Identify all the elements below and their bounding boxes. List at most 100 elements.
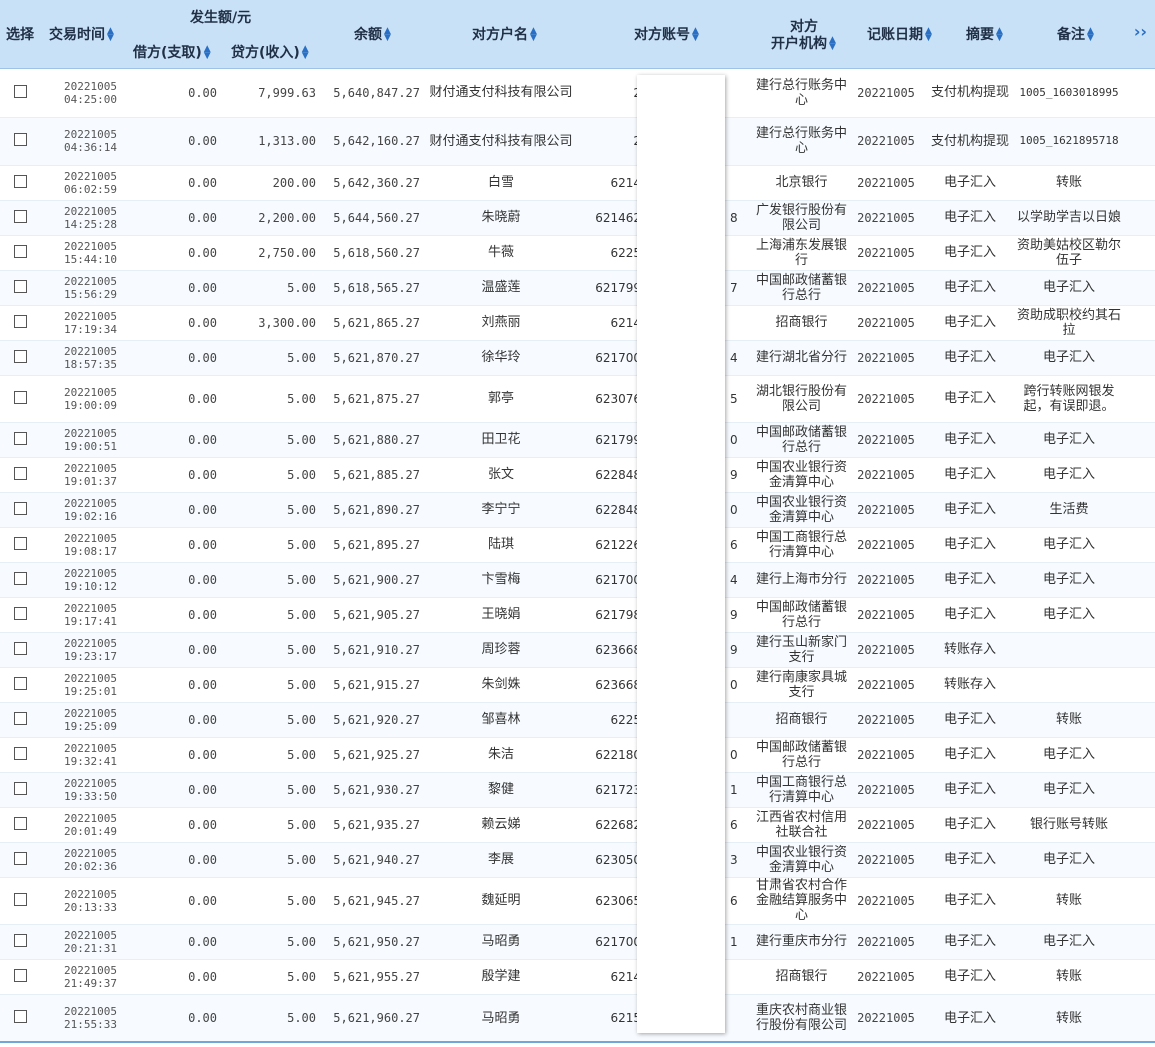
table-row[interactable]: 20221005 19:08:17 0.00 5.00 5,621,895.27 陆琪 62… [0, 527, 1155, 562]
row-checkbox[interactable] [13, 968, 27, 982]
balance-amount: 5,621,865.27 [333, 315, 420, 330]
table-row[interactable]: 20221005 19:00:09 0.00 5.00 5,621,875.27 郭亭 62… [0, 375, 1155, 422]
transaction-time: 20221005 19:33:50 [64, 776, 117, 803]
table-row[interactable]: 20221005 19:10:12 0.00 5.00 5,621,900.27 卞雪梅 6… [0, 562, 1155, 597]
summary: 电子汇入 [943, 934, 996, 949]
row-checkbox[interactable] [13, 501, 27, 515]
row-checkbox[interactable] [13, 933, 27, 947]
row-checkbox[interactable] [13, 84, 27, 98]
table-row[interactable]: 20221005 19:32:41 0.00 5.00 5,621,925.27 朱洁 62… [0, 737, 1155, 772]
party-bank-column-header[interactable]: 开户机构 ▲ ▼ [771, 33, 837, 53]
row-select-cell [0, 117, 40, 165]
table-row[interactable]: 20221005 19:01:37 0.00 5.00 5,621,885.27 张文 62… [0, 457, 1155, 492]
row-checkbox[interactable] [13, 314, 27, 328]
sort-icon[interactable]: ▲ ▼ [829, 36, 837, 52]
balance-amount: 5,621,935.27 [333, 817, 420, 832]
table-row[interactable]: 20221005 15:56:29 0.00 5.00 5,618,565.27 温盛莲 6… [0, 270, 1155, 305]
table-row[interactable]: 20221005 19:25:01 0.00 5.00 5,621,915.27 朱剑姝 6… [0, 667, 1155, 702]
party-bank: 中国邮政储蓄银行总行 [755, 272, 847, 303]
row-checkbox[interactable] [13, 349, 27, 363]
table-row[interactable]: 20221005 21:55:33 0.00 5.00 5,621,960.27 马昭勇 6… [0, 994, 1155, 1042]
sort-icon[interactable]: ▲ ▼ [692, 27, 700, 43]
sort-icon[interactable]: ▲ ▼ [302, 45, 310, 61]
table-row[interactable]: 20221005 15:44:10 0.00 2,750.00 5,618,560.27… [0, 235, 1155, 270]
party-name: 李宁宁 [481, 502, 521, 517]
sort-icon[interactable]: ▲ ▼ [204, 45, 212, 61]
row-checkbox[interactable] [13, 816, 27, 830]
credit-column-header[interactable]: 贷方(收入) ▲ ▼ [231, 42, 310, 62]
sort-icon[interactable]: ▲ ▼ [384, 27, 392, 43]
row-checkbox[interactable] [13, 892, 27, 906]
row-checkbox[interactable] [13, 174, 27, 188]
sort-icon[interactable]: ▲ ▼ [925, 27, 933, 43]
row-checkbox[interactable] [13, 571, 27, 585]
row-checkbox[interactable] [13, 244, 27, 258]
transaction-time: 20221005 19:01:37 [64, 461, 117, 488]
row-checkbox[interactable] [13, 746, 27, 760]
book-date-column-header[interactable]: 记账日期 ▲ ▼ [867, 24, 933, 44]
row-checkbox[interactable] [13, 641, 27, 655]
table-row[interactable]: 20221005 06:02:59 0.00 200.00 5,642,360.27 白雪… [0, 165, 1155, 200]
sort-icon[interactable]: ▲ ▼ [107, 27, 115, 43]
table-row[interactable]: 20221005 20:01:49 0.00 5.00 5,621,935.27 赖云娣 6… [0, 807, 1155, 842]
party-bank: 中国农业银行资金清算中心 [755, 844, 847, 875]
row-checkbox[interactable] [13, 781, 27, 795]
table-row[interactable]: 20221005 20:02:36 0.00 5.00 5,621,940.27 李展 62… [0, 842, 1155, 877]
party-bank: 中国邮政储蓄银行总行 [755, 424, 847, 455]
row-checkbox[interactable] [13, 606, 27, 620]
table-row[interactable]: 20221005 19:02:16 0.00 5.00 5,621,890.27 李宁宁 6… [0, 492, 1155, 527]
row-checkbox[interactable] [13, 466, 27, 480]
row-checkbox[interactable] [13, 390, 27, 404]
debit-amount: 0.00 [188, 134, 217, 148]
table-row[interactable]: 20221005 19:33:50 0.00 5.00 5,621,930.27 黎健 62… [0, 772, 1155, 807]
row-checkbox[interactable] [13, 851, 27, 865]
sort-icon[interactable]: ▲ ▼ [530, 27, 538, 43]
table-row[interactable]: 20221005 04:36:14 0.00 1,313.00 5,642,160.27… [0, 117, 1155, 165]
row-checkbox[interactable] [13, 711, 27, 725]
row-checkbox[interactable] [13, 676, 27, 690]
row-checkbox[interactable] [13, 1010, 27, 1023]
table-row[interactable]: 20221005 21:49:37 0.00 5.00 5,621,955.27 殷学建 6… [0, 959, 1155, 994]
balance-column-header[interactable]: 余额 ▲ ▼ [354, 24, 392, 44]
party-bank: 广发银行股份有限公司 [755, 202, 847, 233]
remark-column-header[interactable]: 备注 ▲ ▼ [1057, 24, 1095, 44]
table-row[interactable]: 20221005 20:21:31 0.00 5.00 5,621,950.27 马昭勇 6… [0, 924, 1155, 959]
table-row[interactable]: 20221005 18:57:35 0.00 5.00 5,621,870.27 徐华玲 6… [0, 340, 1155, 375]
table-row[interactable]: 20221005 19:00:51 0.00 5.00 5,621,880.27 田卫花 6… [0, 422, 1155, 457]
time-column-header[interactable]: 交易时间 ▲ ▼ [49, 24, 115, 44]
table-row[interactable]: 20221005 14:25:28 0.00 2,200.00 5,644,560.27… [0, 200, 1155, 235]
table-row[interactable]: 20221005 19:23:17 0.00 5.00 5,621,910.27 周珍蓉 6… [0, 632, 1155, 667]
table-row[interactable]: 20221005 20:13:33 0.00 5.00 5,621,945.27 魏延明 6… [0, 877, 1155, 924]
debit-amount: 0.00 [188, 245, 217, 260]
debit-amount: 0.00 [188, 85, 217, 100]
row-checkbox[interactable] [13, 279, 27, 293]
row-checkbox[interactable] [13, 133, 27, 146]
book-date: 20221005 [857, 502, 915, 517]
party-account-column-header[interactable]: 对方账号 ▲ ▼ [634, 24, 700, 44]
party-name-column-header[interactable]: 对方户名 ▲ ▼ [472, 24, 538, 44]
table-row[interactable]: 20221005 19:17:41 0.00 5.00 5,621,905.27 王晓娟 6… [0, 597, 1155, 632]
row-checkbox[interactable] [13, 536, 27, 550]
summary-column-header[interactable]: 摘要 ▲ ▼ [966, 24, 1004, 44]
more-columns-icon[interactable]: ›› [1134, 22, 1147, 41]
remark: 转账 [1055, 893, 1082, 908]
party-bank: 招商银行 [775, 712, 828, 727]
transaction-time: 20221005 15:44:10 [64, 239, 117, 266]
table-row[interactable]: 20221005 19:25:09 0.00 5.00 5,621,920.27 邹喜林 6… [0, 702, 1155, 737]
party-bank: 招商银行 [775, 315, 828, 330]
balance-amount: 5,621,940.27 [333, 852, 420, 867]
debit-column-header[interactable]: 借方(支取) ▲ ▼ [133, 42, 212, 62]
sort-icon[interactable]: ▲ ▼ [1087, 27, 1095, 43]
sort-icon[interactable]: ▲ ▼ [996, 27, 1004, 43]
redaction-overlay [637, 75, 725, 1033]
table-row[interactable]: 20221005 04:25:00 0.00 7,999.63 5,640,847.27… [0, 69, 1155, 117]
party-name: 王晓娟 [481, 607, 521, 622]
row-checkbox[interactable] [13, 209, 27, 223]
row-checkbox[interactable] [13, 431, 27, 445]
row-select-cell [0, 959, 40, 994]
table-row[interactable]: 20221005 17:19:34 0.00 3,300.00 5,621,865.27… [0, 305, 1155, 340]
credit-amount: 5.00 [287, 432, 316, 447]
row-select-cell [0, 492, 40, 527]
remark: 电子汇入 [1042, 747, 1095, 762]
remark: 资助成职校约其石拉 [1017, 307, 1121, 338]
